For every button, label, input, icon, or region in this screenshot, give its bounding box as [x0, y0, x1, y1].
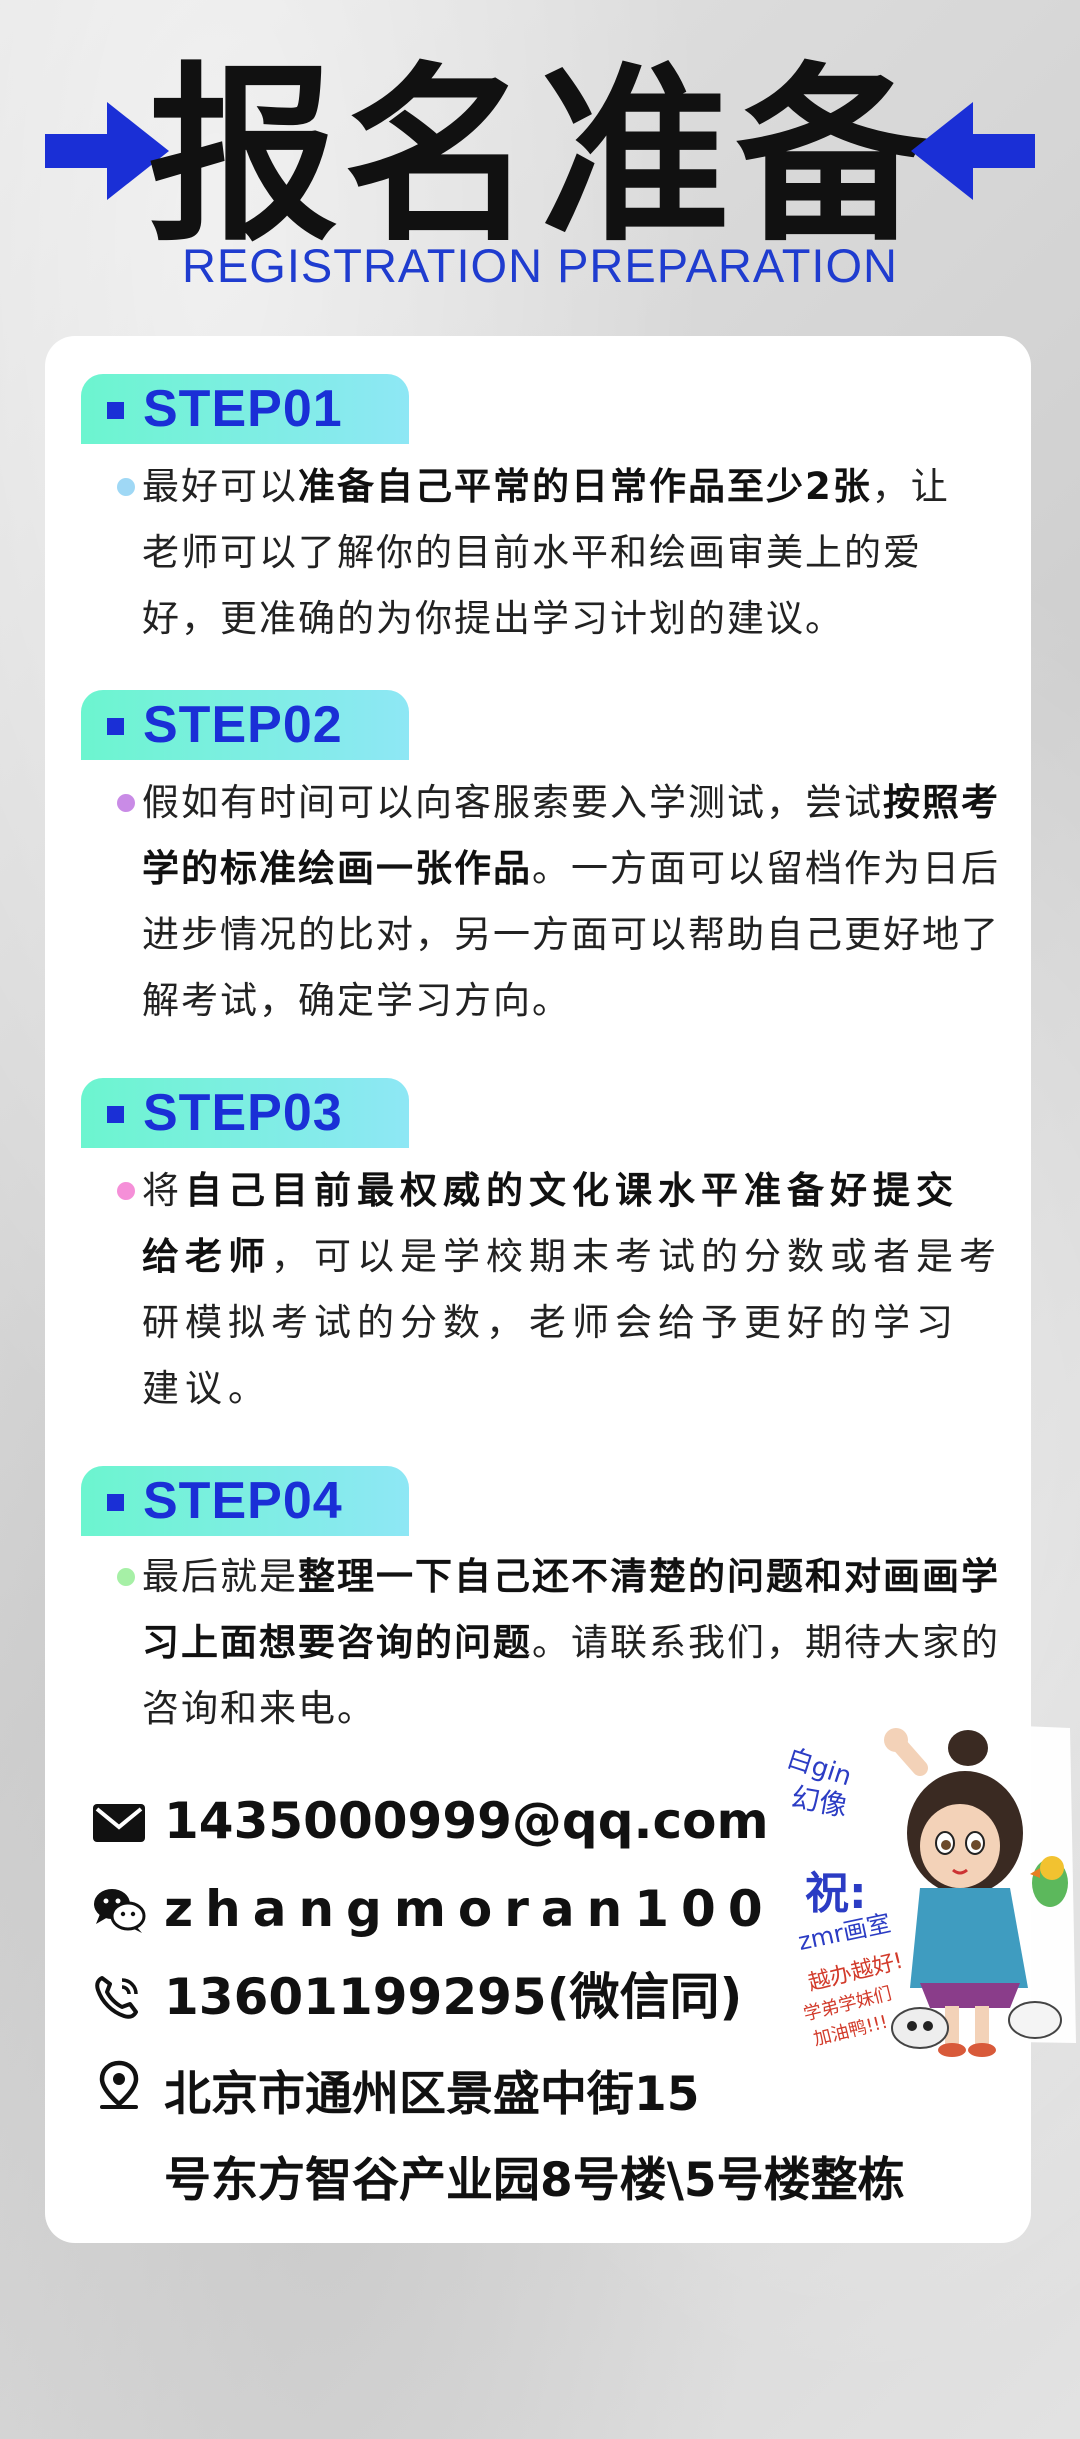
- step-bullet-square: [107, 1494, 124, 1511]
- text: 假如有时间可以向客服索要入学测试，尝试: [142, 781, 883, 824]
- text: 最好可以: [142, 465, 298, 508]
- text: 。一方面可以留档作为日后: [532, 847, 1000, 890]
- wechat-icon: [94, 1889, 146, 1933]
- sticker-text: 祝:: [805, 1868, 867, 1919]
- step-02-text: 假如有时间可以向客服索要入学测试，尝试按照考 学的标准绘画一张作品。一方面可以留…: [142, 770, 1032, 1034]
- step-01-text: 最好可以准备自己平常的日常作品至少2张，让 老师可以了解你的目前水平和绘画审美上…: [142, 454, 1032, 652]
- step-03-label: STEP03: [143, 1084, 343, 1142]
- text: 最后就是: [142, 1555, 298, 1598]
- text: 老师可以了解你的目前水平和绘画审美上的爱: [142, 531, 922, 574]
- location-pin-icon: [99, 2060, 139, 2109]
- text-bold: 按照考: [883, 781, 1000, 824]
- step-04-tag: STEP04: [81, 1466, 409, 1536]
- text: 。请联系我们，期待大家的: [532, 1621, 1000, 1664]
- email-text[interactable]: 1435000999@qq.com: [164, 1786, 769, 1856]
- text: 研模拟考试的分数，老师会给予更好的学习: [142, 1301, 959, 1344]
- text-bold: 准备自己平常的日常作品至少2张: [298, 465, 872, 508]
- text-bold: 整理一下自己还不清楚的问题和对画画学: [298, 1555, 1000, 1598]
- step-bullet-square: [107, 718, 124, 735]
- phone-text[interactable]: 13601199295(微信同): [164, 1962, 742, 2032]
- text-bold: 给老师: [142, 1235, 271, 1278]
- text: 将: [142, 1169, 185, 1212]
- step-01-dot: [117, 478, 135, 496]
- text: ，让: [871, 465, 950, 508]
- step-04-dot: [117, 1568, 135, 1586]
- step-01-tag: STEP01: [81, 374, 409, 444]
- step-01-label: STEP01: [143, 380, 343, 438]
- text: 好，更准确的为你提出学习计划的建议。: [142, 597, 844, 640]
- text: 解考试，确定学习方向。: [142, 979, 571, 1022]
- cartoon-girl-sticker: 白gin 幻像 祝: zmr画室 越办越好! 学弟学妹们 加油鸭!!!: [780, 1716, 1076, 2057]
- step-bullet-square: [107, 1106, 124, 1123]
- text: 建议。: [142, 1367, 271, 1410]
- step-04-label: STEP04: [143, 1472, 343, 1530]
- text-bold: 自己目前最权威的文化课水平准备好提交: [185, 1169, 959, 1212]
- step-02-tag: STEP02: [81, 690, 409, 760]
- arrow-left-icon: [911, 102, 1035, 200]
- step-bullet-square: [107, 402, 124, 419]
- text-bold: 习上面想要咨询的问题: [142, 1621, 532, 1664]
- wechat-id-text[interactable]: zhangmoran100: [164, 1874, 775, 1944]
- text-bold: 学的标准绘画一张作品: [142, 847, 532, 890]
- page-subtitle: REGISTRATION PREPARATION: [181, 239, 898, 292]
- step-02-dot: [117, 794, 135, 812]
- text: ，可以是学校期末考试的分数或者是考: [271, 1235, 1002, 1278]
- mail-icon: [93, 1804, 145, 1842]
- phone-icon: [95, 1976, 138, 2019]
- step-02-label: STEP02: [143, 696, 343, 754]
- step-03-tag: STEP03: [81, 1078, 409, 1148]
- text: 咨询和来电。: [142, 1687, 376, 1730]
- text: 进步情况的比对，另一方面可以帮助自己更好地了: [142, 913, 1000, 956]
- address-line-2: 号东方智谷产业园8号楼\5号楼整栋: [164, 2153, 905, 2208]
- step-03-dot: [117, 1182, 135, 1200]
- step-03-text: 将自己目前最权威的文化课水平准备好提交 给老师，可以是学校期末考试的分数或者是考…: [142, 1158, 1032, 1422]
